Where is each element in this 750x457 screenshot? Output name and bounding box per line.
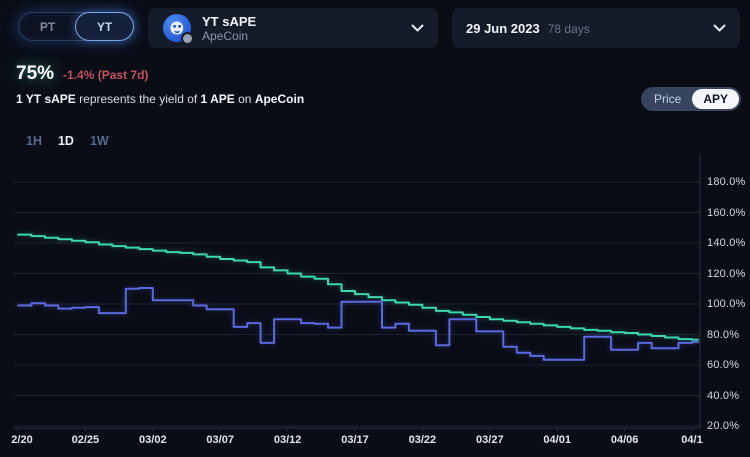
coin-network-badge [181, 32, 194, 45]
market-selector-text: YT sAPE ApeCoin [202, 14, 403, 43]
yt-description-part: represents the yield of [76, 92, 201, 106]
market-subtitle: ApeCoin [202, 29, 403, 43]
yt-tab[interactable]: YT [75, 12, 134, 41]
price-view-button[interactable]: Price [643, 89, 692, 109]
apecoin-icon [162, 13, 192, 43]
price-apy-toggle: PriceAPY [641, 87, 741, 111]
maturity-days: 78 days [548, 22, 590, 36]
market-title: YT sAPE [202, 14, 403, 29]
interval-tabs: 1H 1D 1W [26, 134, 109, 148]
yt-description-part: 1 APE [201, 92, 235, 106]
interval-tab-1w[interactable]: 1W [90, 134, 109, 148]
interval-tab-1h[interactable]: 1H [26, 134, 42, 148]
apy-stats: 75% -1.4% (Past 7d) [16, 63, 148, 85]
interval-tab-1d[interactable]: 1D [58, 134, 74, 148]
chevron-down-icon [411, 24, 424, 32]
maturity-date: 29 Jun 2023 [466, 21, 540, 36]
maturity-selector[interactable]: 29 Jun 2023 78 days [452, 8, 740, 48]
apy-view-button[interactable]: APY [692, 89, 739, 109]
yt-description: 1 YT sAPE represents the yield of 1 APE … [16, 92, 304, 106]
pt-tab[interactable]: PT [19, 13, 76, 40]
apy-change-7d: -1.4% (Past 7d) [63, 68, 148, 82]
series-line-implied-apy [18, 288, 698, 360]
yt-description-part: on [235, 92, 255, 106]
maturity-text: 29 Jun 2023 78 days [466, 21, 705, 36]
market-selector[interactable]: YT sAPE ApeCoin [148, 8, 438, 48]
pt-yt-toggle: PT YT [18, 12, 134, 41]
yt-description-part: 1 YT sAPE [16, 92, 76, 106]
series-line-underlying-apy [18, 235, 698, 340]
current-apy-value: 75% [16, 63, 54, 85]
yt-description-part: ApeCoin [255, 92, 304, 106]
yield-trading-page: 180.0%160.0%140.0%120.0%100.0%80.0%60.0%… [0, 0, 750, 457]
chevron-down-icon [713, 24, 726, 32]
